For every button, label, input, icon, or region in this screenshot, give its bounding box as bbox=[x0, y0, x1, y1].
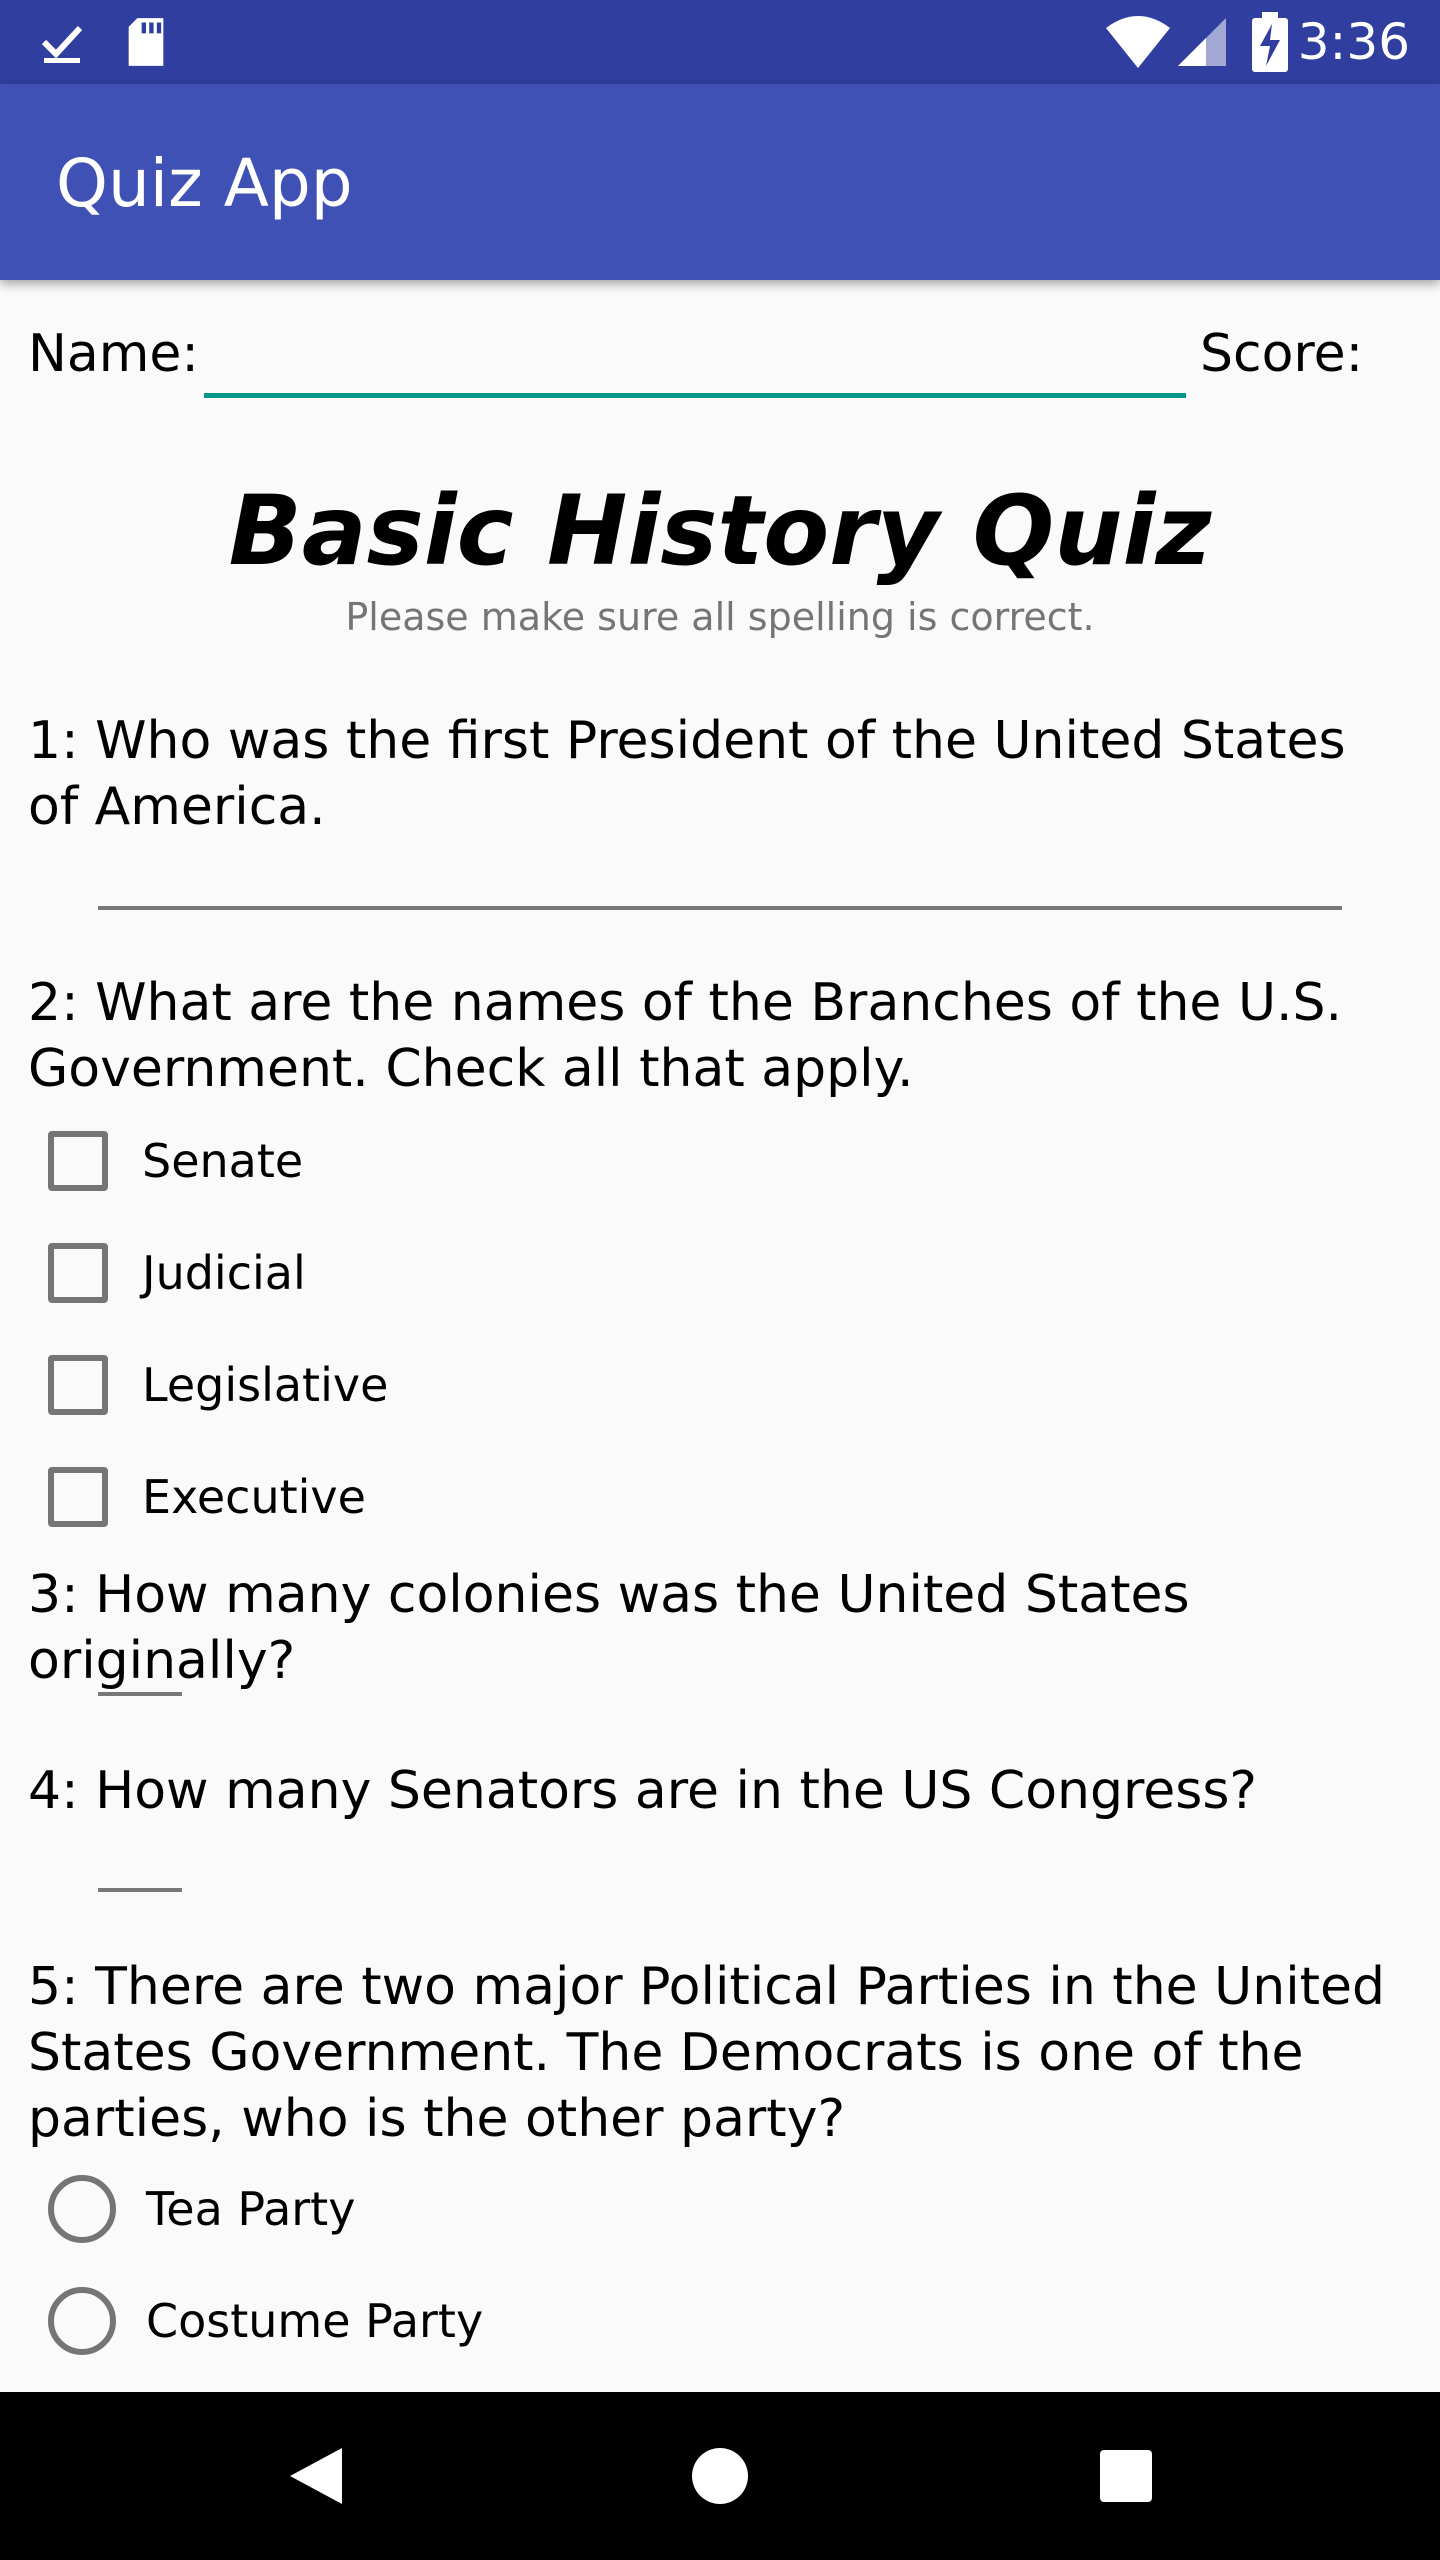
question-1-text: 1: Who was the first President of the Un… bbox=[28, 711, 1346, 837]
navigation-bar bbox=[0, 2392, 1440, 2560]
recents-icon bbox=[1100, 2450, 1152, 2502]
checkbox-box[interactable] bbox=[48, 1243, 108, 1303]
sd-card-icon bbox=[128, 18, 164, 66]
wifi-icon bbox=[1106, 16, 1170, 68]
checkbox-box[interactable] bbox=[48, 1131, 108, 1191]
question-5-text: 5: There are two major Political Parties… bbox=[28, 1957, 1386, 2149]
score-label: Score: bbox=[1200, 324, 1364, 384]
app-bar: Quiz App bbox=[0, 84, 1440, 280]
question-4-text: 4: How many Senators are in the US Congr… bbox=[28, 1761, 1258, 1821]
battery-charging-icon bbox=[1252, 12, 1288, 72]
quiz-subtitle: Please make sure all spelling is correct… bbox=[345, 595, 1095, 639]
app-title: Quiz App bbox=[56, 145, 353, 222]
radio-costume-party[interactable]: Costume Party bbox=[48, 2276, 483, 2366]
radio-tea-party[interactable]: Tea Party bbox=[48, 2164, 355, 2254]
cell-signal-icon bbox=[1178, 18, 1226, 66]
checkbox-senate[interactable]: Senate bbox=[48, 1116, 303, 1206]
quiz-content[interactable]: Name: Score: Basic History Quiz Please m… bbox=[0, 280, 1440, 2390]
back-icon bbox=[290, 2448, 342, 2504]
home-button[interactable] bbox=[680, 2436, 760, 2516]
question-4-answer-input[interactable] bbox=[98, 1832, 182, 1892]
radio-circle[interactable] bbox=[48, 2287, 116, 2355]
radio-label: Tea Party bbox=[146, 2182, 356, 2236]
question-3-answer-input[interactable] bbox=[98, 1636, 182, 1696]
question-1-answer-input[interactable] bbox=[98, 850, 1342, 910]
checkbox-label: Executive bbox=[142, 1470, 366, 1524]
checkbox-judicial[interactable]: Judicial bbox=[48, 1228, 306, 1318]
recents-button[interactable] bbox=[1086, 2436, 1166, 2516]
checkbox-box[interactable] bbox=[48, 1467, 108, 1527]
name-input[interactable] bbox=[204, 310, 1186, 398]
checkbox-label: Judicial bbox=[142, 1246, 306, 1300]
home-icon bbox=[692, 2448, 748, 2504]
back-button[interactable] bbox=[276, 2436, 356, 2516]
checkbox-legislative[interactable]: Legislative bbox=[48, 1340, 388, 1430]
radio-circle[interactable] bbox=[48, 2175, 116, 2243]
status-time: 3:36 bbox=[1297, 13, 1410, 71]
checkbox-label: Legislative bbox=[142, 1358, 389, 1412]
checkbox-box[interactable] bbox=[48, 1355, 108, 1415]
check-download-icon bbox=[41, 25, 83, 63]
name-label: Name: bbox=[28, 324, 199, 384]
checkbox-executive[interactable]: Executive bbox=[48, 1452, 366, 1542]
question-2-text: 2: What are the names of the Branches of… bbox=[28, 973, 1343, 1099]
radio-label: Costume Party bbox=[146, 2294, 484, 2348]
status-bar: 3:36 bbox=[0, 0, 1440, 84]
quiz-title: Basic History Quiz bbox=[228, 475, 1212, 587]
question-3-text: 3: How many colonies was the United Stat… bbox=[28, 1565, 1190, 1691]
checkbox-label: Senate bbox=[142, 1134, 304, 1188]
